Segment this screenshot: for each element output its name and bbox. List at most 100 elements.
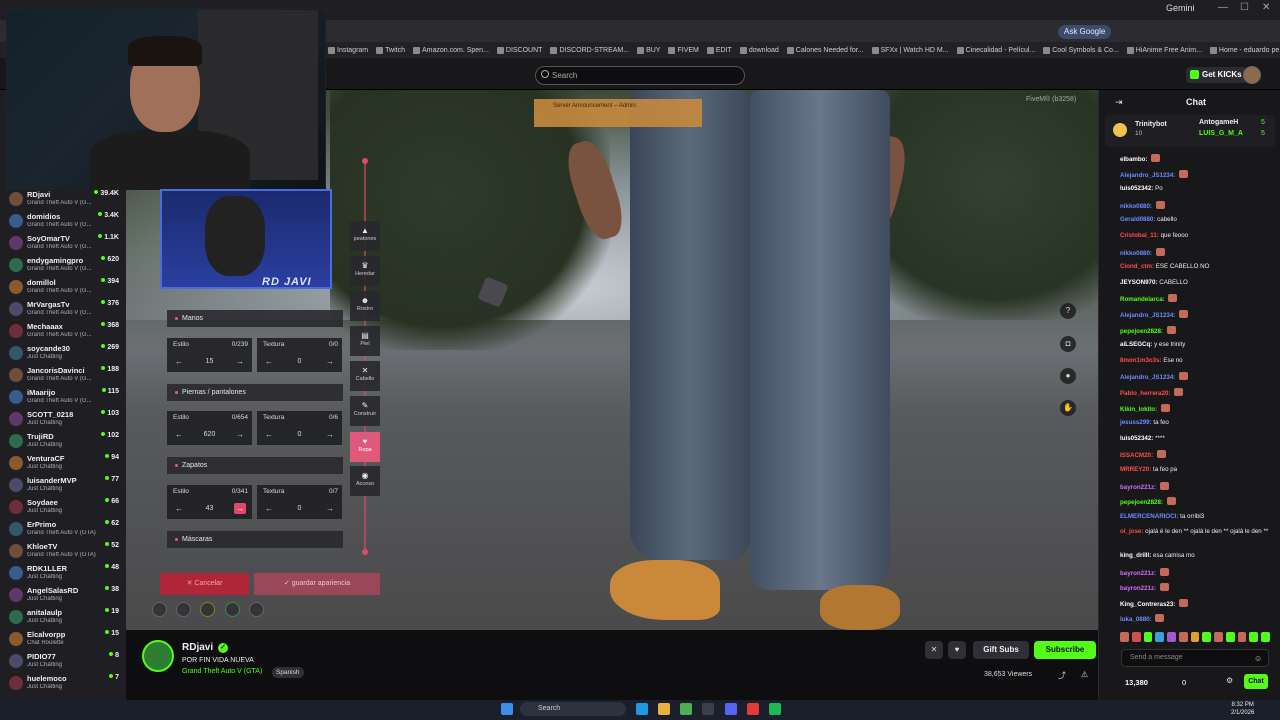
chat-username[interactable]: luis052342: xyxy=(1120,435,1153,442)
bookmark-item[interactable]: Amazon.com. Spen... xyxy=(412,46,489,54)
get-kicks-button[interactable]: Get KICKs xyxy=(1186,67,1247,83)
chat-input[interactable]: Send a message xyxy=(1121,649,1269,667)
sidebar-channel[interactable]: PIDIO77 Just Chatting 8 xyxy=(0,651,126,673)
sidebar-channel[interactable]: huelemoco Just Chatting 7 xyxy=(0,673,126,695)
category-piel-button[interactable]: ▤ Piel xyxy=(350,326,380,356)
emote-icon[interactable] xyxy=(1261,632,1270,642)
sidebar-channel[interactable]: RDK1LLER Just Chatting 48 xyxy=(0,563,126,585)
bookmark-item[interactable]: SFXx | Watch HD M... xyxy=(871,46,949,54)
chat-username[interactable]: Gerald0880: xyxy=(1120,216,1155,223)
heart-icon[interactable] xyxy=(152,602,167,617)
chat-username[interactable]: Romandelarca: xyxy=(1120,296,1165,303)
save-appearance-button[interactable]: ✓ guardar apariencia xyxy=(254,573,380,595)
emote-icon[interactable] xyxy=(1190,632,1200,642)
chat-username[interactable]: JEYSON970: xyxy=(1120,279,1158,286)
bookmark-item[interactable]: Cool Symbols & Co... xyxy=(1043,46,1119,54)
hand-icon[interactable]: ✋ xyxy=(1060,400,1076,416)
category-ropa-button[interactable]: ♥ Ropa xyxy=(350,432,380,462)
emote-icon[interactable] xyxy=(1178,632,1188,642)
star-icon[interactable] xyxy=(249,602,264,617)
bookmark-item[interactable]: download xyxy=(739,46,779,54)
chat-username[interactable]: Alejandro_JS1234: xyxy=(1120,312,1175,319)
bookmark-item[interactable]: EDIT xyxy=(706,46,732,54)
ring-icon[interactable] xyxy=(200,602,215,617)
sidebar-channel[interactable]: KhloeTV Grand Theft Auto V (GTA) 52 xyxy=(0,541,126,563)
chat-username[interactable]: oi_jose: xyxy=(1120,528,1143,535)
emote-icon[interactable] xyxy=(1214,632,1223,642)
category-rostro-button[interactable]: ☻ Rostro xyxy=(350,291,380,321)
sidebar-channel[interactable]: RDjavi Grand Theft Auto V (G... 39.4K xyxy=(0,189,126,211)
stream-category[interactable]: Grand Theft Auto V (GTA) xyxy=(182,668,262,675)
camera-icon[interactable]: ◘ xyxy=(1060,336,1076,352)
emote-icon[interactable] xyxy=(1155,632,1165,642)
arrow-right-icon[interactable]: → xyxy=(324,429,336,440)
cancel-button[interactable]: ✕ Cancelar xyxy=(160,573,249,595)
profile-avatar[interactable] xyxy=(1243,66,1261,84)
category-construir-button[interactable]: ✎ Construir xyxy=(350,396,380,426)
chat-username[interactable]: jesuss299: xyxy=(1120,419,1152,426)
spotify-icon[interactable] xyxy=(769,703,781,715)
sidebar-channel[interactable]: luisanderMVP Just Chatting 77 xyxy=(0,475,126,497)
report-icon[interactable]: ⚠ xyxy=(1081,670,1088,679)
sidebar-channel[interactable]: Mechaaax Grand Theft Auto V (G... 368 xyxy=(0,321,126,343)
sidebar-channel[interactable]: MrVargasTv Grand Theft Auto V (G... 376 xyxy=(0,299,126,321)
category-cabello-button[interactable]: ✕ Cabello xyxy=(350,361,380,391)
sidebar-channel[interactable]: domidios Grand Theft Auto V (G... 3.4K xyxy=(0,211,126,233)
chat-username[interactable]: bayron221z: xyxy=(1120,570,1156,577)
heart-icon[interactable]: ♥ xyxy=(948,641,966,659)
chat-username[interactable]: nikko0880: xyxy=(1120,203,1152,210)
chat-username[interactable]: bayron221z: xyxy=(1120,585,1156,592)
chat-username[interactable]: bayron221z: xyxy=(1120,484,1156,491)
share-icon[interactable]: ⤴ xyxy=(1058,670,1066,681)
emote-icon[interactable] xyxy=(1167,632,1176,642)
app-icon[interactable] xyxy=(747,703,759,715)
bookmark-item[interactable]: Cinecalidad - Películ... xyxy=(956,46,1035,54)
pin-icon[interactable] xyxy=(176,602,191,617)
category-acceso-button[interactable]: ◉ Acceso xyxy=(350,466,380,496)
bookmark-item[interactable]: BUY xyxy=(637,46,660,54)
gear-icon[interactable]: ⚙ xyxy=(1226,676,1233,685)
chat-username[interactable]: ELMERCENARIOCI: xyxy=(1120,513,1178,520)
sidebar-channel[interactable]: TrujiRD Just Chatting 102 xyxy=(0,431,126,453)
chat-username[interactable]: aiLSEGCq: xyxy=(1120,341,1152,348)
bookmark-item[interactable]: DISCOUNT xyxy=(496,46,542,54)
sidebar-channel[interactable]: soycande30 Just Chatting 269 xyxy=(0,343,126,365)
chat-username[interactable]: Alejandro_JS1234: xyxy=(1120,374,1175,381)
scroll-handle-top[interactable] xyxy=(362,158,368,164)
app-icon[interactable] xyxy=(702,703,714,715)
chat-username[interactable]: luka_0880: xyxy=(1120,616,1152,623)
search-input[interactable]: Search xyxy=(535,66,745,85)
arrow-right-icon[interactable]: → xyxy=(234,503,246,514)
chat-username[interactable]: pepejoen2828: xyxy=(1120,328,1163,335)
edge-icon[interactable] xyxy=(636,703,648,715)
gifter-name[interactable]: AntogameH xyxy=(1199,119,1238,126)
scroll-handle-bottom[interactable] xyxy=(362,549,368,555)
sidebar-channel[interactable]: SoyOmarTV Grand Theft Auto V (G... 1.1K xyxy=(0,233,126,255)
ask-google-button[interactable]: Ask Google xyxy=(1058,25,1112,39)
chat-username[interactable]: Ciond_ctm: xyxy=(1120,263,1154,270)
bookmark-item[interactable]: Home - eduardo pe... xyxy=(1209,46,1280,54)
chat-username[interactable]: Kikin_lokito: xyxy=(1120,406,1157,413)
gemini-button[interactable]: Gemini xyxy=(1166,3,1195,13)
category-peatones-button[interactable]: ▲ peatones xyxy=(350,221,380,251)
discord-icon[interactable] xyxy=(725,703,737,715)
help-icon[interactable]: ? xyxy=(1060,303,1076,319)
sidebar-channel[interactable]: JancorisDavinci Grand Theft Auto V (G... 1… xyxy=(0,365,126,387)
chat-send-button[interactable]: Chat xyxy=(1244,674,1268,689)
chat-username[interactable]: King_Contreras23: xyxy=(1120,601,1175,608)
emote-icon[interactable] xyxy=(1143,632,1153,642)
emote-icon[interactable] xyxy=(1225,632,1235,642)
category-heredar-button[interactable]: ♛ Heredar xyxy=(350,256,380,286)
sidebar-channel[interactable]: AngelSalasRD Just Chatting 38 xyxy=(0,585,126,607)
top-gifter-name[interactable]: Trinitybot xyxy=(1135,121,1167,128)
streamer-name[interactable]: RDjavi xyxy=(182,642,213,653)
emote-bar[interactable] xyxy=(1120,632,1270,644)
bookmark-item[interactable]: Twitch xyxy=(376,46,405,54)
arrow-right-icon[interactable]: → xyxy=(234,429,246,440)
sidebar-channel[interactable]: iMaarijo Grand Theft Auto V (G... 115 xyxy=(0,387,126,409)
chat-username[interactable]: king_drilll: xyxy=(1120,552,1151,559)
arrow-right-icon[interactable]: → xyxy=(324,503,336,514)
emote-icon[interactable] xyxy=(1237,632,1247,642)
mute-icon[interactable]: ✕ xyxy=(925,641,943,659)
emote-icon[interactable] xyxy=(1249,632,1259,642)
